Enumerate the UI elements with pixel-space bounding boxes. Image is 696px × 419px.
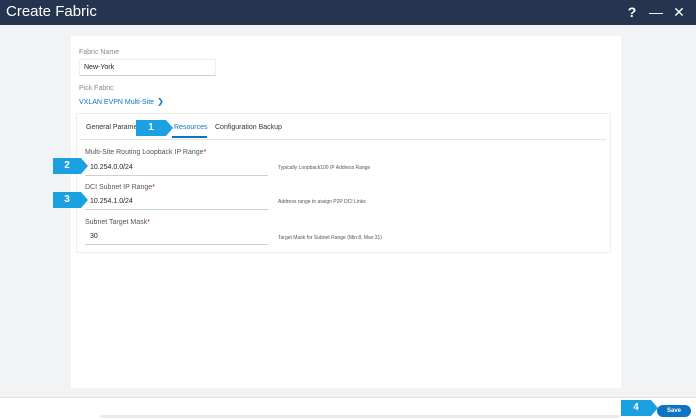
help-icon[interactable]: ? (624, 2, 640, 22)
tab-general-parameters[interactable]: General Parameters (86, 124, 138, 131)
loopback-range-input[interactable]: 10.254.0.0/24 (85, 159, 268, 176)
horizontal-scrollbar[interactable] (100, 415, 620, 418)
minimize-icon[interactable]: — (648, 2, 664, 22)
active-tab-indicator (172, 136, 207, 138)
subnet-mask-input[interactable]: 30 (85, 228, 268, 245)
fabric-name-label: Fabric Name (79, 49, 120, 56)
close-icon[interactable]: ✕ (671, 2, 687, 22)
save-button[interactable]: Save (657, 405, 691, 417)
chevron-right-icon: ❯ (157, 97, 164, 106)
pick-fabric-link[interactable]: VXLAN EVPN Multi-Site ❯ (79, 97, 164, 106)
fabric-name-input[interactable]: New-York (79, 59, 216, 76)
subnet-mask-label: Subnet Target Mask* (85, 219, 150, 226)
title-bar: Create Fabric ? — ✕ (0, 0, 696, 25)
tab-configuration-backup[interactable]: Configuration Backup (215, 124, 282, 131)
dci-subnet-input[interactable]: 10.254.1.0/24 (85, 193, 268, 210)
window-title: Create Fabric (6, 3, 97, 20)
required-marker: * (203, 149, 207, 156)
callout-4: 4 (621, 400, 658, 416)
callout-3: 3 (53, 192, 88, 208)
loopback-range-label: Multi-Site Routing Loopback IP Range* (85, 149, 207, 156)
dci-subnet-label: DCI Subnet IP Range* (85, 184, 155, 191)
callout-1: 1 (136, 120, 173, 136)
dci-subnet-hint: Address range to assign P2P DCI Links (278, 199, 366, 205)
pick-fabric-label: Pick Fabric (79, 85, 114, 92)
subnet-mask-hint: Target Mask for Subnet Range (Min:8, Max… (278, 235, 382, 241)
required-marker: * (152, 184, 155, 191)
callout-2: 2 (53, 158, 88, 174)
required-marker: * (147, 219, 150, 226)
loopback-range-hint: Typically Loopback100 IP Address Range (278, 165, 371, 171)
tab-resources[interactable]: Resources (174, 124, 207, 131)
pick-fabric-link-text: VXLAN EVPN Multi-Site (79, 99, 155, 106)
tab-divider (80, 139, 606, 140)
